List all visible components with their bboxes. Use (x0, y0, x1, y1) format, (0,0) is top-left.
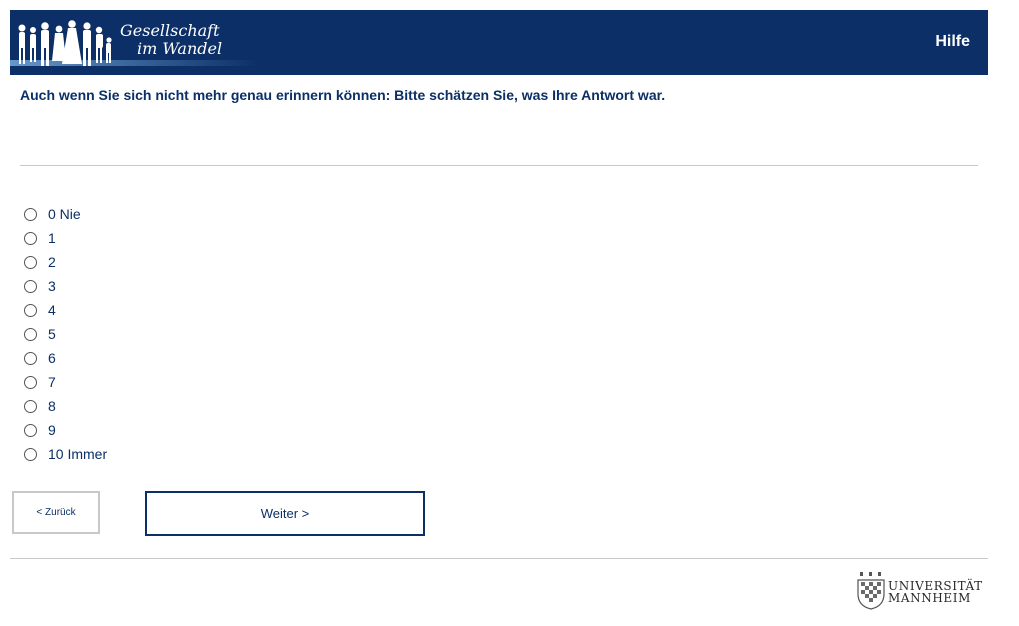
radio-button[interactable] (24, 423, 37, 437)
radio-button[interactable] (24, 207, 37, 221)
radio-button[interactable] (24, 231, 37, 245)
option-7[interactable]: 7 (24, 370, 107, 394)
option-6[interactable]: 6 (24, 346, 107, 370)
back-button[interactable]: < Zurück (12, 491, 100, 534)
answer-options: 0 Nie 1 2 3 4 5 6 7 8 9 10 Immer (24, 202, 107, 466)
university-logo: UNIVERSITÄT MANNHEIM (856, 570, 990, 610)
option-label: 1 (48, 230, 56, 246)
option-label: 7 (48, 374, 56, 390)
logo-line-2: im Wandel (137, 39, 223, 58)
option-9[interactable]: 9 (24, 418, 107, 442)
option-0[interactable]: 0 Nie (24, 202, 107, 226)
radio-button[interactable] (24, 279, 37, 293)
help-link[interactable]: Hilfe (935, 33, 970, 51)
radio-button[interactable] (24, 447, 37, 461)
radio-button[interactable] (24, 399, 37, 413)
header-bar: Gesellschaft im Wandel Hilfe (10, 10, 988, 75)
option-4[interactable]: 4 (24, 298, 107, 322)
option-label: 9 (48, 422, 56, 438)
option-8[interactable]: 8 (24, 394, 107, 418)
logo-line-1: Gesellschaft (120, 21, 220, 40)
option-label: 10 Immer (48, 446, 108, 462)
question-text: Auch wenn Sie sich nicht mehr genau erin… (20, 87, 666, 103)
option-5[interactable]: 5 (24, 322, 107, 346)
option-label: 0 Nie (48, 206, 81, 222)
radio-button[interactable] (24, 351, 37, 365)
gesellschaft-im-wandel-logo: Gesellschaft im Wandel (10, 10, 270, 75)
university-name-line-2: MANNHEIM (888, 591, 972, 605)
divider-top (20, 165, 978, 166)
next-button[interactable]: Weiter > (145, 491, 425, 536)
radio-button[interactable] (24, 327, 37, 341)
option-label: 3 (48, 278, 56, 294)
option-2[interactable]: 2 (24, 250, 107, 274)
option-1[interactable]: 1 (24, 226, 107, 250)
option-3[interactable]: 3 (24, 274, 107, 298)
option-label: 6 (48, 350, 56, 366)
option-label: 2 (48, 254, 56, 270)
option-label: 4 (48, 302, 56, 318)
university-seal-icon (857, 572, 885, 610)
radio-button[interactable] (24, 375, 37, 389)
divider-bottom (10, 558, 988, 559)
option-10[interactable]: 10 Immer (24, 442, 107, 466)
radio-button[interactable] (24, 255, 37, 269)
option-label: 8 (48, 398, 56, 414)
option-label: 5 (48, 326, 56, 342)
radio-button[interactable] (24, 303, 37, 317)
